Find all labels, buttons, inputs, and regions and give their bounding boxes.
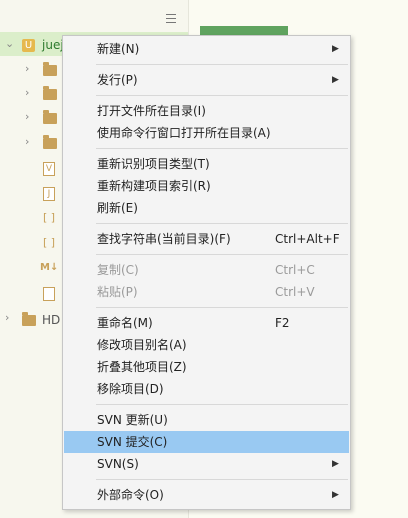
- menu-label: 打开文件所在目录(I): [97, 104, 206, 118]
- markdown-file-icon: M↓: [40, 262, 59, 273]
- menu-item-refresh[interactable]: 刷新(E): [64, 197, 349, 219]
- submenu-arrow-icon: ▶: [332, 490, 339, 500]
- submenu-arrow-icon: ▶: [332, 459, 339, 469]
- menu-separator: [96, 148, 348, 149]
- menu-label: 复制(C): [97, 263, 139, 277]
- menu-label: 移除项目(D): [97, 382, 164, 396]
- menu-item-svn[interactable]: SVN(S) ▶: [64, 453, 349, 475]
- json-file-icon: [ ]: [42, 236, 56, 249]
- menu-separator: [96, 64, 348, 65]
- menu-item-svn-update[interactable]: SVN 更新(U): [64, 409, 349, 431]
- menu-label: 新建(N): [97, 42, 140, 56]
- menu-item-collapse-others[interactable]: 折叠其他项目(Z): [64, 356, 349, 378]
- menu-item-svn-commit[interactable]: SVN 提交(C): [64, 431, 349, 453]
- project-label: juej: [42, 38, 64, 52]
- menu-shortcut: F2: [275, 316, 290, 330]
- vue-file-glyph: V: [45, 164, 53, 174]
- submenu-arrow-icon: ▶: [332, 75, 339, 85]
- folder-icon: [43, 86, 57, 100]
- menu-label: SVN 更新(U): [97, 413, 168, 427]
- menu-item-find-string[interactable]: 查找字符串(当前目录)(F) Ctrl+Alt+F: [64, 228, 349, 250]
- menu-item-paste: 粘贴(P) Ctrl+V: [64, 281, 349, 303]
- menu-label: 重新识别项目类型(T): [97, 157, 210, 171]
- menu-label: SVN(S): [97, 457, 139, 471]
- file-icon: [43, 287, 55, 301]
- explorer-header: [0, 0, 188, 32]
- menu-item-alias[interactable]: 修改项目别名(A): [64, 334, 349, 356]
- menu-label: 外部命令(O): [97, 488, 164, 502]
- chevron-right-icon[interactable]: ›: [25, 136, 35, 147]
- menu-item-new[interactable]: 新建(N) ▶: [64, 38, 349, 60]
- menu-label: 重新构建项目索引(R): [97, 179, 211, 193]
- chevron-right-icon[interactable]: ›: [25, 87, 35, 98]
- menu-item-remove-project[interactable]: 移除项目(D): [64, 378, 349, 400]
- menu-label: 折叠其他项目(Z): [97, 360, 187, 374]
- menu-separator: [96, 223, 348, 224]
- chevron-down-icon[interactable]: ⌄: [5, 38, 15, 49]
- menu-separator: [96, 479, 348, 480]
- menu-item-external-command[interactable]: 外部命令(O) ▶: [64, 484, 349, 506]
- chevron-right-icon[interactable]: ›: [25, 111, 35, 122]
- menu-label: SVN 提交(C): [97, 435, 168, 449]
- menu-item-copy: 复制(C) Ctrl+C: [64, 259, 349, 281]
- menu-item-open-terminal[interactable]: 使用命令行窗口打开所在目录(A): [64, 122, 349, 144]
- submenu-arrow-icon: ▶: [332, 44, 339, 54]
- menu-label: 发行(P): [97, 73, 138, 87]
- folder-icon: [43, 62, 57, 76]
- menu-separator: [96, 307, 348, 308]
- project-folder-icon: [22, 312, 36, 326]
- project-icon: U: [22, 39, 35, 52]
- menu-label: 查找字符串(当前目录)(F): [97, 232, 231, 246]
- menu-label: 粘贴(P): [97, 285, 138, 299]
- menu-shortcut: Ctrl+V: [275, 285, 315, 299]
- menu-separator: [96, 95, 348, 96]
- hd-project-label: HD: [42, 313, 61, 327]
- folder-icon: [43, 135, 57, 149]
- menu-icon[interactable]: [166, 14, 176, 23]
- menu-shortcut: Ctrl+Alt+F: [275, 232, 340, 246]
- folder-icon: [43, 110, 57, 124]
- chevron-right-icon[interactable]: ›: [5, 312, 15, 323]
- menu-item-rebuild-index[interactable]: 重新构建项目索引(R): [64, 175, 349, 197]
- menu-separator: [96, 404, 348, 405]
- json-file-icon: [ ]: [42, 211, 56, 224]
- js-file-glyph: J: [47, 189, 51, 199]
- menu-separator: [96, 254, 348, 255]
- menu-item-reidentify-type[interactable]: 重新识别项目类型(T): [64, 153, 349, 175]
- context-menu: 新建(N) ▶ 发行(P) ▶ 打开文件所在目录(I) 使用命令行窗口打开所在目…: [62, 35, 351, 510]
- chevron-right-icon[interactable]: ›: [25, 63, 35, 74]
- menu-item-publish[interactable]: 发行(P) ▶: [64, 69, 349, 91]
- menu-label: 使用命令行窗口打开所在目录(A): [97, 126, 271, 140]
- menu-label: 刷新(E): [97, 201, 138, 215]
- menu-item-rename[interactable]: 重命名(M) F2: [64, 312, 349, 334]
- menu-label: 修改项目别名(A): [97, 338, 187, 352]
- menu-item-open-folder[interactable]: 打开文件所在目录(I): [64, 100, 349, 122]
- menu-label: 重命名(M): [97, 316, 153, 330]
- menu-shortcut: Ctrl+C: [275, 263, 315, 277]
